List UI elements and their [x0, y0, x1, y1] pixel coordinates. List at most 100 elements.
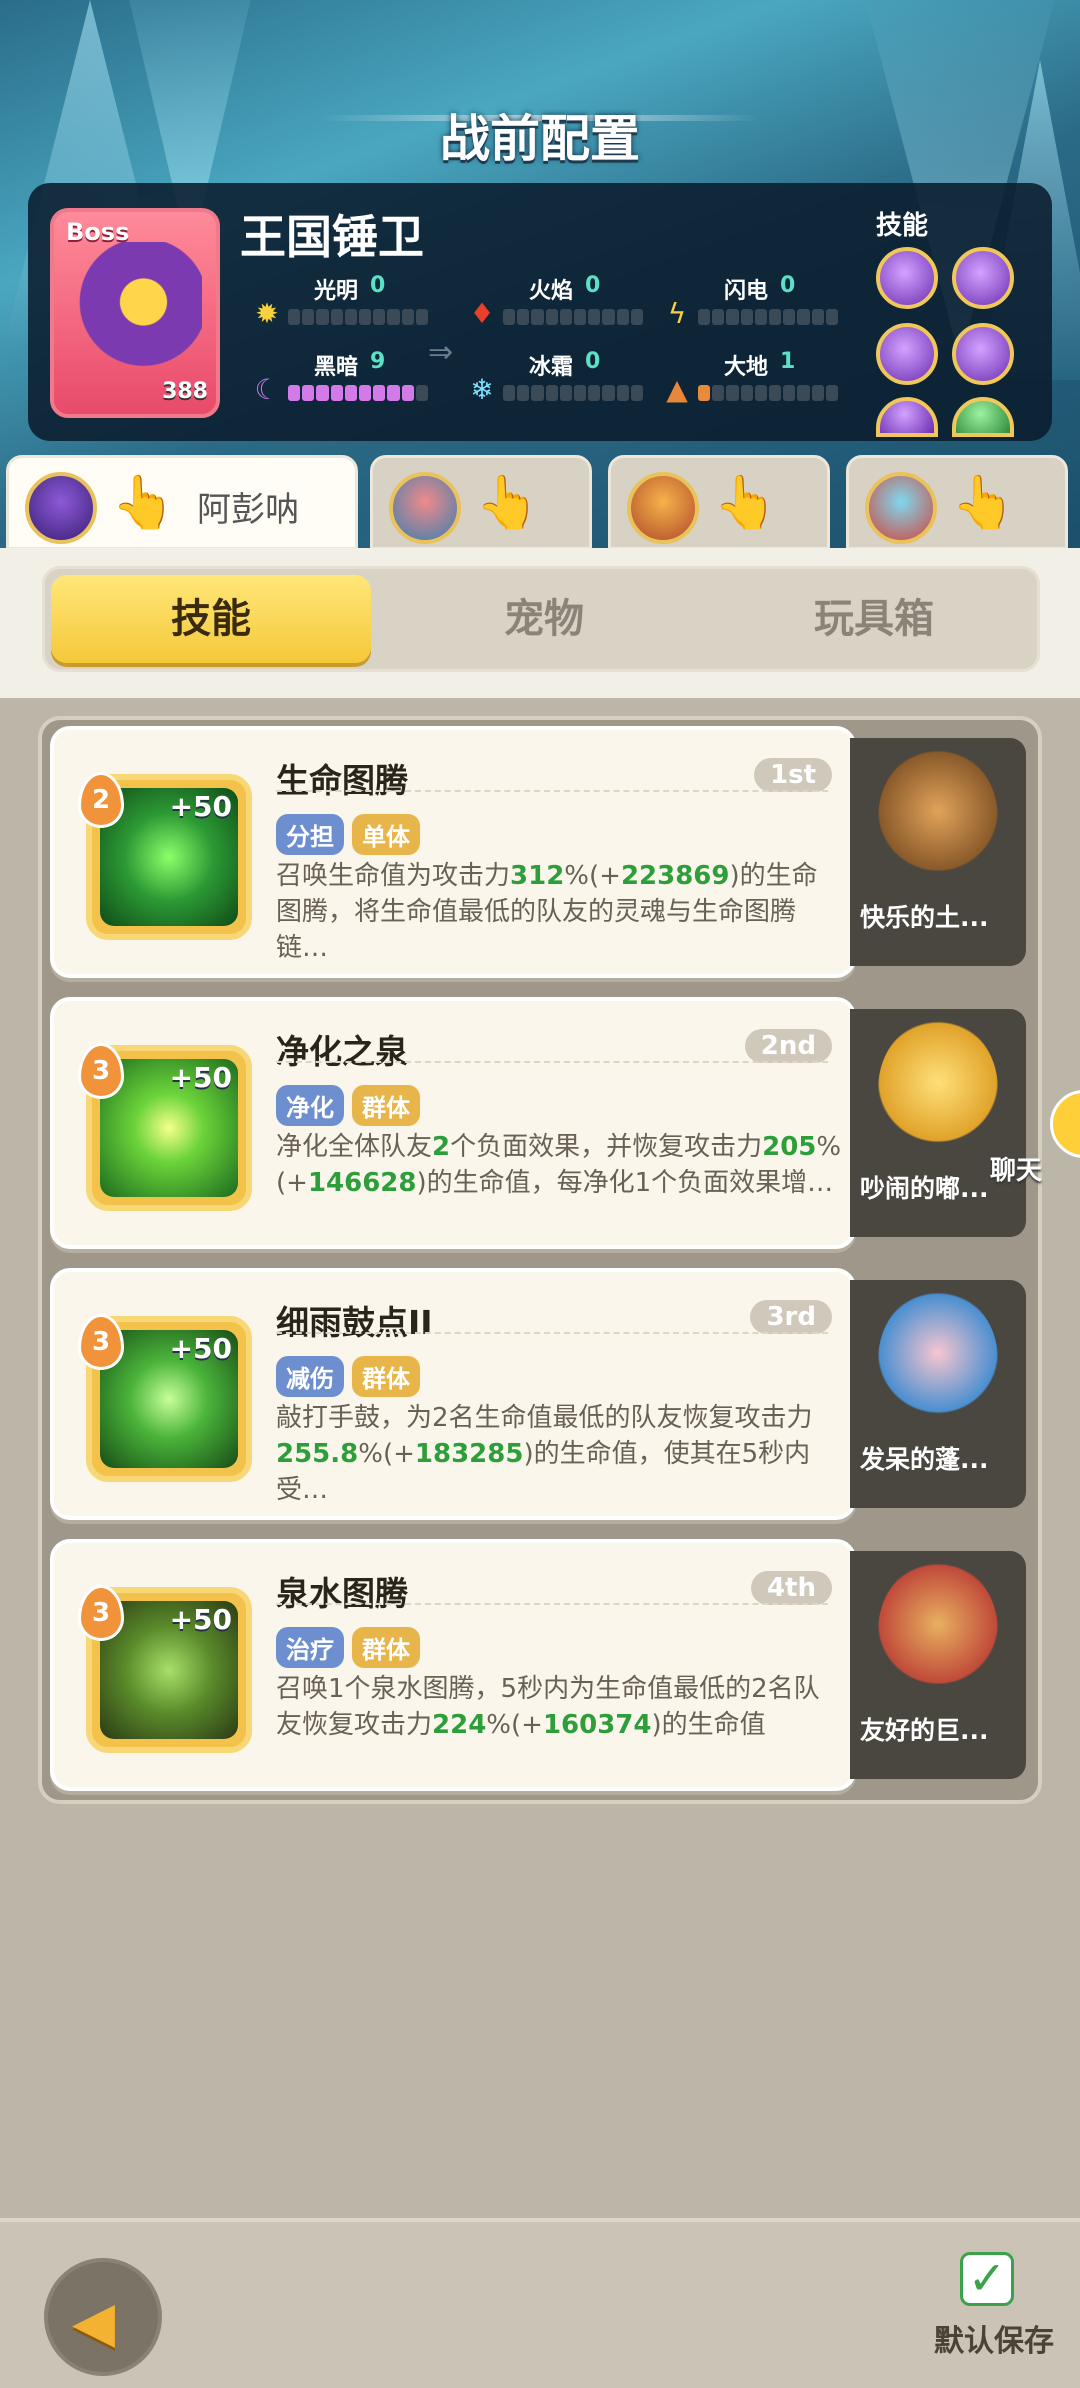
skill-icon: +50 3	[78, 1314, 252, 1482]
hero-avatar	[627, 472, 699, 544]
pet-avatar	[878, 1561, 998, 1701]
skill-level: 3	[78, 1043, 124, 1099]
skill-level: 2	[78, 772, 124, 828]
hero-tabs: 👆 阿彭呐 👆 👆 👆	[0, 455, 1080, 550]
skill-tag: 分担	[276, 814, 344, 855]
hand-icon: 👆	[951, 473, 1016, 533]
element-bar	[698, 309, 839, 325]
skill-tag: 净化	[276, 1085, 344, 1126]
element-lightning: 闪电 0 ϟ	[658, 273, 848, 333]
boss-skill-icon[interactable]	[952, 247, 1014, 309]
skill-bonus: +50	[169, 1603, 232, 1636]
divider	[276, 790, 828, 792]
snowflake-icon: ❄	[470, 373, 494, 406]
skill-row[interactable]: +50 3 泉水图腾 4th 治疗 群体 召唤1个泉水图腾，5秒内为生命值最低的…	[50, 1539, 1030, 1791]
divider	[276, 1603, 828, 1605]
skill-rank: 3rd	[750, 1300, 832, 1334]
tab-pets[interactable]: 宠物	[379, 569, 709, 669]
checkbox-icon[interactable]: ✓	[960, 2252, 1014, 2306]
hero-avatar	[389, 472, 461, 544]
element-name: 闪电	[724, 279, 769, 304]
back-button[interactable]: ◀	[44, 2258, 162, 2376]
element-value: 9	[370, 349, 386, 374]
chat-label[interactable]: 聊天	[990, 1150, 1042, 1187]
boss-panel: Boss 388 王国锤卫 光明 0 ✹ 火焰 0 ♦ 闪电 0 ϟ 黑暗 9 …	[28, 183, 1052, 441]
skill-tags: 净化 群体	[276, 1085, 420, 1126]
skill-card[interactable]: +50 3 净化之泉 2nd 净化 群体 净化全体队友2个负面效果，并恢复攻击力…	[50, 997, 856, 1249]
skill-card[interactable]: +50 3 泉水图腾 4th 治疗 群体 召唤1个泉水图腾，5秒内为生命值最低的…	[50, 1539, 856, 1791]
skill-name: 泉水图腾	[276, 1574, 408, 1613]
skill-card[interactable]: +50 2 生命图腾 1st 分担 单体 召唤生命值为攻击力312%(+2238…	[50, 726, 856, 978]
pet-slot[interactable]: 快乐的土...	[850, 738, 1026, 966]
element-earth: 大地 1 ▲	[658, 349, 848, 409]
boss-avatar	[72, 242, 202, 392]
hero-avatar	[25, 472, 97, 544]
divider	[276, 1061, 828, 1063]
boss-portrait[interactable]: Boss 388	[50, 208, 220, 418]
skill-icon: +50 2	[78, 772, 252, 940]
header: 战前配置	[240, 95, 840, 168]
tab-skills[interactable]: 技能	[51, 575, 371, 663]
pet-slot[interactable]: 友好的巨...	[850, 1551, 1026, 1779]
boss-skill-icon[interactable]	[876, 323, 938, 385]
pet-name: 发呆的蓬...	[860, 1445, 989, 1474]
element-name: 黑暗	[314, 355, 359, 380]
element-bar	[288, 309, 429, 325]
skill-tag: 群体	[352, 1627, 420, 1668]
pet-slot[interactable]: 吵闹的嘟...	[850, 1009, 1026, 1237]
boss-skill-icon[interactable]	[876, 247, 938, 309]
skill-rank: 1st	[754, 758, 832, 792]
element-bar	[503, 309, 644, 325]
hero-tab[interactable]: 👆	[846, 455, 1068, 550]
skill-level: 3	[78, 1585, 124, 1641]
hand-icon: 👆	[111, 473, 176, 533]
skill-row[interactable]: +50 3 净化之泉 2nd 净化 群体 净化全体队友2个负面效果，并恢复攻击力…	[50, 997, 1030, 1249]
boss-skills-label: 技能	[876, 211, 929, 241]
skill-description: 召唤1个泉水图腾，5秒内为生命值最低的2名队友恢复攻击力224%(+160374…	[276, 1674, 820, 1740]
element-frost: 冰霜 0 ❄	[463, 349, 653, 409]
skill-name: 生命图腾	[276, 761, 408, 800]
tab-toybox[interactable]: 玩具箱	[709, 569, 1039, 669]
skill-card[interactable]: +50 3 细雨鼓点II 3rd 减伤 群体 敲打手鼓，为2名生命值最低的队友恢…	[50, 1268, 856, 1520]
skill-bonus: +50	[169, 1061, 232, 1094]
chat-button[interactable]	[1050, 1090, 1080, 1158]
flame-icon: ♦	[469, 297, 495, 330]
element-bar	[288, 385, 429, 401]
hero-tab[interactable]: 👆	[370, 455, 592, 550]
pet-slot[interactable]: 发呆的蓬...	[850, 1280, 1026, 1508]
skill-level: 3	[78, 1314, 124, 1370]
arrow-icon: ⇒	[428, 335, 454, 370]
skill-description: 敲打手鼓，为2名生命值最低的队友恢复攻击力255.8%(+183285)的生命值…	[276, 1403, 813, 1505]
hero-tab[interactable]: 👆	[608, 455, 830, 550]
boss-name: 王国锤卫	[240, 210, 424, 264]
element-name: 光明	[314, 279, 359, 304]
pet-avatar	[878, 1019, 998, 1159]
element-name: 冰霜	[529, 355, 574, 380]
element-value: 0	[780, 273, 796, 298]
element-name: 大地	[724, 355, 769, 380]
skill-tags: 治疗 群体	[276, 1627, 420, 1668]
element-name: 火焰	[529, 279, 574, 304]
boss-skill-icon[interactable]	[952, 323, 1014, 385]
page-title: 战前配置	[440, 110, 640, 168]
skill-rank: 2nd	[744, 1029, 832, 1063]
element-dark: 黑暗 9 ☾	[248, 349, 438, 409]
skill-name: 净化之泉	[276, 1032, 408, 1071]
element-value: 0	[370, 273, 386, 298]
element-value: 1	[780, 349, 796, 374]
default-save-label[interactable]: 默认保存	[934, 2316, 1054, 2360]
boss-skill-icon[interactable]	[952, 397, 1014, 437]
skill-tag: 单体	[352, 814, 420, 855]
mountain-icon: ▲	[666, 373, 688, 406]
boss-skill-icon[interactable]	[876, 397, 938, 437]
skill-bonus: +50	[169, 1332, 232, 1365]
divider	[276, 1332, 828, 1334]
skill-tag: 治疗	[276, 1627, 344, 1668]
pet-avatar	[878, 1290, 998, 1430]
skill-row[interactable]: +50 3 细雨鼓点II 3rd 减伤 群体 敲打手鼓，为2名生命值最低的队友恢…	[50, 1268, 1030, 1520]
hero-tab[interactable]: 👆 阿彭呐	[6, 455, 358, 550]
back-arrow-icon: ◀	[72, 2290, 116, 2355]
skill-tag: 群体	[352, 1356, 420, 1397]
skill-description: 召唤生命值为攻击力312%(+223869)的生命图腾，将生命值最低的队友的灵魂…	[276, 861, 818, 963]
skill-row[interactable]: +50 2 生命图腾 1st 分担 单体 召唤生命值为攻击力312%(+2238…	[50, 726, 1030, 978]
